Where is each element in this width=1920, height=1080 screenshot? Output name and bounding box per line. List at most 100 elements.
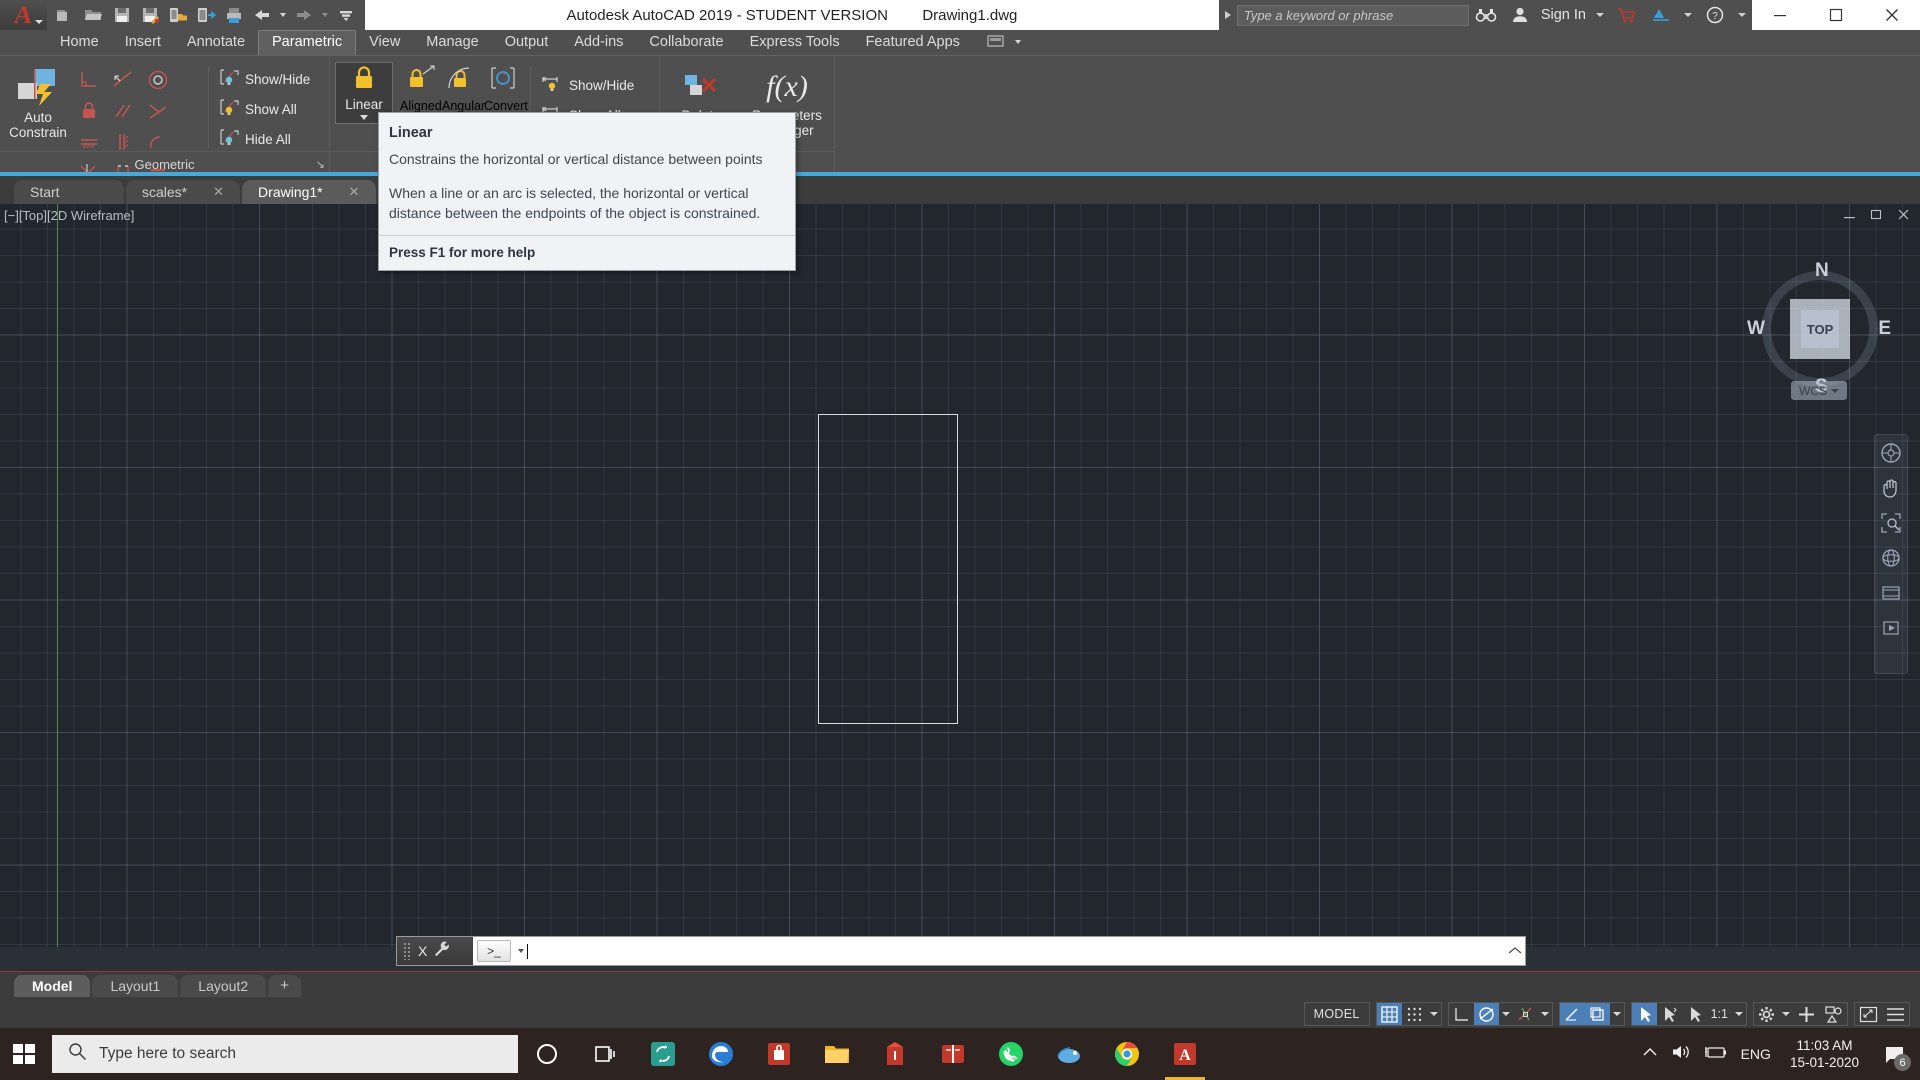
whatsapp-icon[interactable] xyxy=(982,1028,1040,1080)
pan-hand-icon[interactable] xyxy=(1878,475,1904,501)
snap-mode-toggle[interactable] xyxy=(1402,1003,1427,1025)
plot-icon[interactable] xyxy=(221,2,247,28)
sign-in-dropdown-icon[interactable] xyxy=(1590,0,1610,30)
ortho-mode-toggle[interactable] xyxy=(1449,1003,1474,1025)
show-hide-constraints-button[interactable]: Show/Hide xyxy=(215,64,310,94)
geometric-dialog-launcher-icon[interactable]: ↘ xyxy=(316,158,325,171)
taskbar-search-input[interactable]: Type here to search xyxy=(52,1035,518,1073)
convert-constraint-button[interactable]: Convert xyxy=(484,64,528,113)
ribbon-tab-collaborate[interactable]: Collaborate xyxy=(636,30,736,55)
cortana-icon[interactable] xyxy=(518,1028,576,1080)
perpendicular-constraint-icon[interactable] xyxy=(74,65,104,95)
drawn-rectangle[interactable] xyxy=(818,414,958,724)
annotation-scale-dropdown-icon[interactable] xyxy=(1732,1003,1746,1025)
autodesk-app-manager-icon[interactable] xyxy=(1644,0,1678,30)
auto-constrain-button[interactable]: Auto Constrain xyxy=(2,64,74,140)
redo-icon[interactable] xyxy=(291,2,317,28)
start-button[interactable] xyxy=(0,1028,48,1080)
save-icon[interactable] xyxy=(109,2,135,28)
aligned-constraint-button[interactable]: Aligned xyxy=(400,64,442,113)
help-icon[interactable]: ? xyxy=(1698,0,1732,30)
command-expand-icon[interactable] xyxy=(1505,937,1525,965)
ribbon-tab-addins[interactable]: Add-ins xyxy=(561,30,636,55)
layout-tab-layout2[interactable]: Layout2 xyxy=(180,975,267,997)
drawing-canvas[interactable]: [−][Top][2D Wireframe] TOP N E W WCS xyxy=(0,204,1920,947)
layout-tab-layout1[interactable]: Layout1 xyxy=(92,975,179,997)
zoom-extents-icon[interactable] xyxy=(1878,510,1904,536)
command-input[interactable] xyxy=(527,938,1505,964)
app-manager-dropdown-icon[interactable] xyxy=(1678,0,1698,30)
transparency-dropdown-icon[interactable] xyxy=(1610,1003,1624,1025)
restore-viewport-icon[interactable] xyxy=(1870,208,1883,224)
ribbon-display-dropdown-icon[interactable] xyxy=(1012,29,1024,55)
minimize-viewport-icon[interactable] xyxy=(1843,208,1856,224)
object-snap-tracking-toggle[interactable] xyxy=(1513,1003,1538,1025)
vertical-constraint-icon[interactable] xyxy=(108,127,138,157)
wcs-dropdown-button[interactable]: WCS xyxy=(1791,381,1847,400)
annotation-scale-value[interactable]: 1:1 xyxy=(1707,1003,1732,1025)
infocenter-search-input[interactable]: Type a keyword or phrase xyxy=(1236,4,1469,26)
autocad-icon[interactable]: A xyxy=(1156,1028,1214,1080)
open-from-web-icon[interactable] xyxy=(193,2,219,28)
drawing-tab-drawing1[interactable]: Drawing1* ✕ xyxy=(242,180,376,204)
viewcube-face[interactable]: TOP xyxy=(1790,299,1850,359)
ribbon-tab-express-tools[interactable]: Express Tools xyxy=(737,30,853,55)
clock[interactable]: 11:03 AM 15-01-2020 xyxy=(1784,1037,1865,1071)
ribbon-tab-output[interactable]: Output xyxy=(492,30,562,55)
file-explorer-icon[interactable] xyxy=(808,1028,866,1080)
ribbon-tab-annotate[interactable]: Annotate xyxy=(174,30,258,55)
layout-tab-model[interactable]: Model xyxy=(14,975,91,997)
isolate-objects-icon[interactable] xyxy=(1820,1003,1847,1025)
battery-icon[interactable] xyxy=(1704,1044,1728,1065)
selection-cycling-toggle[interactable] xyxy=(1631,1003,1657,1025)
application-menu-button[interactable]: A xyxy=(0,0,47,30)
angular-constraint-button[interactable]: Angular xyxy=(442,64,485,113)
ribbon-tab-manage[interactable]: Manage xyxy=(413,30,491,55)
help-dropdown-icon[interactable] xyxy=(1732,0,1752,30)
rewind-icon[interactable] xyxy=(1878,615,1904,641)
ribbon-tab-parametric[interactable]: Parametric xyxy=(258,30,357,55)
undo-dropdown-icon[interactable] xyxy=(277,2,289,28)
minimize-button[interactable] xyxy=(1752,0,1808,30)
customize-qat-icon[interactable] xyxy=(333,2,359,28)
grid-display-toggle[interactable] xyxy=(1376,1003,1402,1025)
open-icon[interactable] xyxy=(81,2,107,28)
command-history-dropdown-icon[interactable] xyxy=(515,940,527,962)
close-viewport-icon[interactable] xyxy=(1897,208,1910,224)
horizontal-constraint-icon[interactable] xyxy=(74,127,104,157)
viewcube[interactable]: TOP N S E W xyxy=(1747,260,1891,397)
save-to-web-icon[interactable] xyxy=(165,2,191,28)
orbit-icon[interactable] xyxy=(1878,545,1904,571)
undo-icon[interactable] xyxy=(249,2,275,28)
sync-icon[interactable] xyxy=(634,1028,692,1080)
steering-wheel-icon[interactable] xyxy=(1878,440,1904,466)
ribbon-tab-home[interactable]: Home xyxy=(47,30,112,55)
new-icon[interactable] xyxy=(53,2,79,28)
model-space-toggle[interactable]: MODEL xyxy=(1305,1007,1369,1021)
command-line[interactable]: X >_ xyxy=(397,937,1525,965)
wrench-icon[interactable] xyxy=(433,940,451,963)
edge-icon[interactable] xyxy=(692,1028,750,1080)
restore-button[interactable] xyxy=(1808,0,1864,30)
save-as-icon[interactable] xyxy=(137,2,163,28)
concentric-constraint-icon[interactable] xyxy=(143,65,173,95)
flipkart-icon[interactable] xyxy=(866,1028,924,1080)
ribbon-tab-insert[interactable]: Insert xyxy=(112,30,174,55)
notification-center-icon[interactable]: 6 xyxy=(1878,1028,1912,1080)
binoculars-search-icon[interactable] xyxy=(1469,0,1503,30)
collinear-constraint-icon[interactable] xyxy=(143,96,173,126)
fix-constraint-icon[interactable] xyxy=(74,96,104,126)
book-icon[interactable] xyxy=(924,1028,982,1080)
chrome-icon[interactable] xyxy=(1098,1028,1156,1080)
hide-all-constraints-button[interactable]: Hide All xyxy=(215,124,310,154)
show-hidden-icons-icon[interactable] xyxy=(1642,1045,1658,1063)
search-expand-icon[interactable] xyxy=(1219,0,1237,30)
task-view-icon[interactable] xyxy=(576,1028,634,1080)
drag-handle-icon[interactable] xyxy=(403,942,412,960)
sign-in-button[interactable]: Sign In xyxy=(1537,7,1590,23)
drawing-tab-start[interactable]: Start xyxy=(14,180,124,204)
close-icon[interactable]: ✕ xyxy=(349,180,360,204)
ribbon-panel-overflow[interactable] xyxy=(987,29,1024,55)
tangent-constraint-icon[interactable] xyxy=(108,65,138,95)
parallel-constraint-icon[interactable] xyxy=(108,96,138,126)
